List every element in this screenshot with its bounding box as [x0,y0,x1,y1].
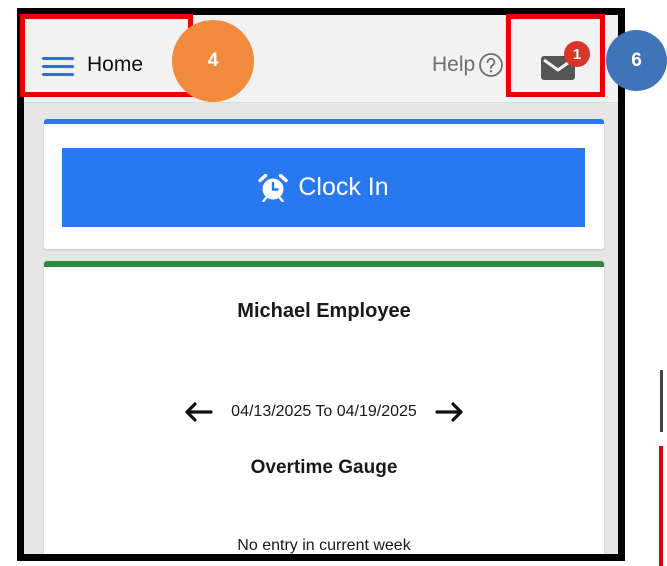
help-label: Help [432,53,476,76]
arrow-right-icon[interactable] [435,401,465,423]
clock-in-button[interactable]: Clock In [62,148,585,227]
employee-name: Michael Employee [237,300,411,322]
clock-card: Clock In [44,119,604,249]
edge-highlight [659,446,663,566]
question-circle-icon [479,53,504,77]
highlight-box-home [20,14,193,97]
overtime-gauge-title: Overtime Gauge [250,457,398,478]
alarm-clock-icon [258,173,289,202]
arrow-left-icon[interactable] [183,401,213,423]
edge-divider [660,370,663,432]
step-marker-4: 4 [172,20,254,102]
help-link[interactable]: Help [432,52,504,78]
week-navigator: 04/13/2025 To 04/19/2025 [44,401,604,423]
clock-in-label: Clock In [298,173,389,201]
employee-summary-card: Michael Employee 04/13/2025 To 04/19/202… [44,261,604,554]
week-range: 04/13/2025 To 04/19/2025 [231,403,417,420]
highlight-box-mail [506,14,605,97]
step-marker-6: 6 [606,30,667,91]
empty-state-message: No entry in current week [237,537,411,554]
